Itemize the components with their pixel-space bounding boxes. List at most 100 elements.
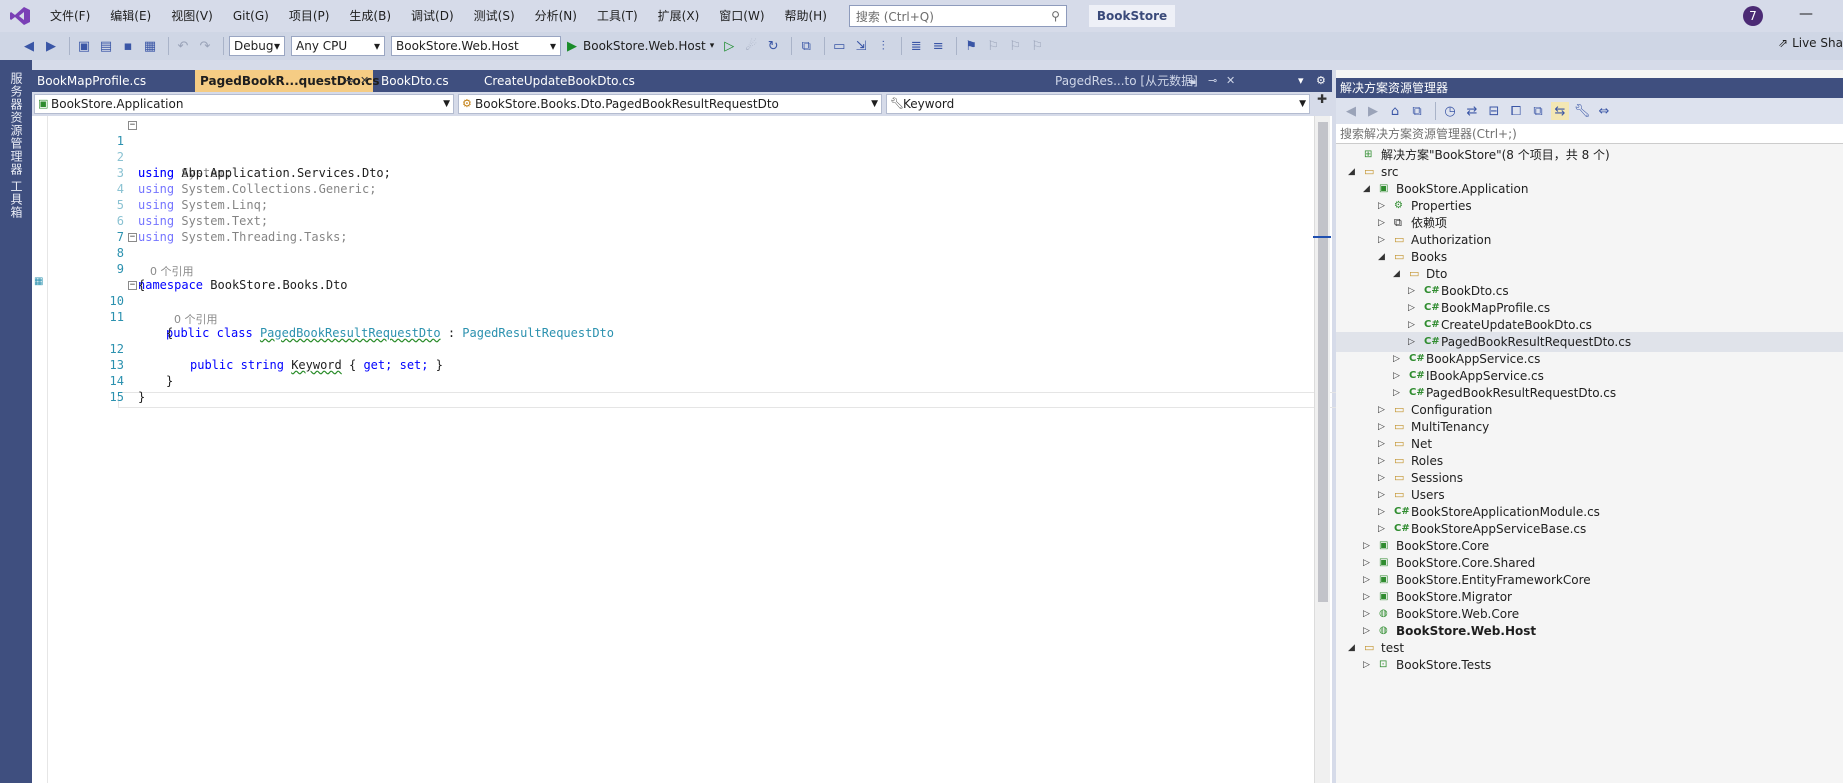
open-file-icon[interactable]: ▤ (97, 37, 115, 55)
pin-icon[interactable]: ⊸ (1208, 70, 1217, 92)
save-icon[interactable]: ▪ (119, 37, 137, 55)
main-menu: 文件(F) 编辑(E) 视图(V) Git(G) 项目(P) 生成(B) 调试(… (40, 0, 837, 32)
line-number: 10 (109, 294, 124, 308)
menu-analyze[interactable]: 分析(N) (525, 0, 587, 32)
tab-overflow-icon[interactable]: ▾ (1298, 70, 1304, 92)
layout-icon[interactable]: ▭ (830, 37, 848, 55)
menu-edit[interactable]: 编辑(E) (100, 0, 161, 32)
toolbar-separator (168, 37, 169, 55)
home-icon[interactable]: ⌂ (1386, 102, 1404, 120)
tab-pagedbookresultrequestdto[interactable]: PagedBookR...questDto.cs ⊸ ✕ (195, 70, 380, 92)
toolbar-separator (223, 37, 224, 55)
line-number: 9 (116, 262, 124, 276)
next-bookmark-icon[interactable]: ⚐ (1006, 37, 1024, 55)
navigate-forward-icon[interactable]: ▶ (42, 37, 60, 55)
sync-icon[interactable]: ⇄ (1463, 102, 1481, 120)
editor-vertical-scrollbar[interactable] (1313, 116, 1331, 783)
code-line: 7 (48, 213, 124, 244)
pending-changes-filter-icon[interactable]: ◷ (1441, 102, 1459, 120)
bookmark-icon[interactable]: ⚑ (962, 37, 980, 55)
code-line: 12 public string Keyword { get; set; } (48, 325, 443, 372)
menu-view[interactable]: 视图(V) (161, 0, 223, 32)
tab-bookmapprofile[interactable]: BookMapProfile.cs (32, 70, 194, 92)
collapse-icon[interactable]: − (128, 121, 137, 130)
split-editor-icon[interactable]: ✚ (1314, 92, 1330, 114)
collapse-icon[interactable]: − (128, 233, 137, 242)
live-share-button[interactable]: ⇗ Live Sha (1778, 36, 1843, 50)
switch-views-icon[interactable]: ⧉ (1408, 102, 1426, 120)
collapse-all-icon[interactable]: ⊟ (1485, 102, 1503, 120)
collapsed-arrow-icon[interactable]: ▷ (1363, 655, 1370, 675)
uncomment-icon[interactable]: ≡ (929, 37, 947, 55)
member-dropdown[interactable]: 🔧︎ Keyword ▼ (886, 94, 1310, 114)
codelens-references[interactable]: 0 个引用 (174, 311, 218, 327)
code-token: set; (399, 358, 429, 372)
close-icon[interactable]: ✕ (1226, 70, 1235, 92)
tab-pagedresultrequestdto-metadata[interactable]: PagedRes...to [从元数据] 🔒︎ ⊸ ✕ (1050, 70, 1240, 92)
start-debugging-button[interactable]: ▶ BookStore.Web.Host ▾ (567, 39, 714, 54)
server-explorer-tab[interactable]: 服务器资源管理器 (8, 72, 25, 176)
toolbox-tab[interactable]: 工具箱 (8, 180, 25, 219)
step-icon[interactable]: ⇲ (852, 37, 870, 55)
start-without-debugging-icon[interactable]: ▷ (720, 37, 738, 55)
user-avatar[interactable]: 7 (1743, 6, 1763, 26)
redo-icon[interactable]: ↷ (196, 37, 214, 55)
new-project-icon[interactable]: ▣ (75, 37, 93, 55)
save-all-icon[interactable]: ▦ (141, 37, 159, 55)
code-token: public (190, 358, 234, 372)
pin-icon[interactable]: ⊸ (345, 70, 354, 92)
back-icon[interactable]: ◀ (1342, 102, 1360, 120)
properties-wrench-icon[interactable]: 🔧︎ (1573, 102, 1591, 120)
start-debugging-label: BookStore.Web.Host (583, 39, 706, 53)
forward-icon[interactable]: ▶ (1364, 102, 1382, 120)
navigate-back-icon[interactable]: ◀ (20, 37, 38, 55)
comment-icon[interactable]: ≣ (907, 37, 925, 55)
startup-project-dropdown[interactable]: BookStore.Web.Host ▾ (391, 36, 561, 56)
menu-project[interactable]: 项目(P) (279, 0, 340, 32)
solution-search-input[interactable]: 搜索解决方案资源管理器(Ctrl+;) (1336, 124, 1843, 144)
tab-bookdto[interactable]: BookDto.cs (376, 70, 476, 92)
preview-icon[interactable]: ⇔ (1595, 102, 1613, 120)
test-project-icon: ⊡ (1379, 659, 1388, 670)
menu-extensions[interactable]: 扩展(X) (648, 0, 710, 32)
menu-file[interactable]: 文件(F) (40, 0, 100, 32)
scrollbar-thumb[interactable] (1318, 122, 1328, 602)
close-icon[interactable]: ✕ (360, 70, 369, 92)
settings-gear-icon[interactable]: ⚙ (1316, 70, 1326, 92)
clear-bookmarks-icon[interactable]: ⚐ (1028, 37, 1046, 55)
hot-reload-icon[interactable]: ☄ (742, 37, 760, 55)
menu-help[interactable]: 帮助(H) (775, 0, 837, 32)
tab-createupdatebookdto[interactable]: CreateUpdateBookDto.cs (479, 70, 649, 92)
solution-configuration-dropdown[interactable]: Debug ▾ (229, 36, 285, 56)
copy-icon[interactable]: ⧉ (1529, 102, 1547, 120)
tree-item[interactable]: ▷ ⊡ BookStore.Tests (1336, 655, 1843, 675)
live-share-icon: ⇗ (1778, 36, 1789, 50)
undo-icon[interactable]: ↶ (174, 37, 192, 55)
code-token: using (138, 230, 175, 244)
collapse-icon[interactable]: − (128, 281, 137, 290)
code-editor[interactable]: ▦ 1 − using Abp.Application.Services.Dto… (32, 116, 1338, 783)
project-dropdown[interactable]: ▣ BookStore.Application ▼ (34, 94, 454, 114)
refresh-icon[interactable]: ↻ (764, 37, 782, 55)
menu-debug[interactable]: 调试(D) (401, 0, 464, 32)
minimize-button[interactable]: — (1796, 6, 1816, 26)
search-input[interactable]: 搜索 (Ctrl+Q) ⚲ (848, 5, 1067, 27)
browser-link-icon[interactable]: ⧉ (797, 37, 815, 55)
previous-bookmark-icon[interactable]: ⚐ (984, 37, 1002, 55)
menu-git[interactable]: Git(G) (223, 0, 279, 32)
menu-tools[interactable]: 工具(T) (587, 0, 648, 32)
type-dropdown[interactable]: ⚙ BookStore.Books.Dto.PagedBookResultReq… (458, 94, 882, 114)
class-icon: ⚙ (462, 97, 472, 110)
menu-test[interactable]: 测试(S) (464, 0, 525, 32)
glyph-margin (32, 116, 48, 783)
menu-build[interactable]: 生成(B) (339, 0, 401, 32)
title-menu-bar: 文件(F) 编辑(E) 视图(V) Git(G) 项目(P) 生成(B) 调试(… (0, 0, 1843, 32)
chevron-down-icon: ▾ (549, 39, 556, 53)
code-token: Keyword (291, 358, 342, 372)
codelens-references[interactable]: 0 个引用 (150, 263, 194, 279)
diagnostics-icon[interactable]: ⫶ (874, 37, 892, 55)
solution-platform-dropdown[interactable]: Any CPU ▾ (291, 36, 385, 56)
menu-window[interactable]: 窗口(W) (709, 0, 774, 32)
track-active-item-icon[interactable]: ⇆ (1551, 102, 1569, 120)
show-all-files-icon[interactable]: ⧠ (1507, 102, 1525, 120)
